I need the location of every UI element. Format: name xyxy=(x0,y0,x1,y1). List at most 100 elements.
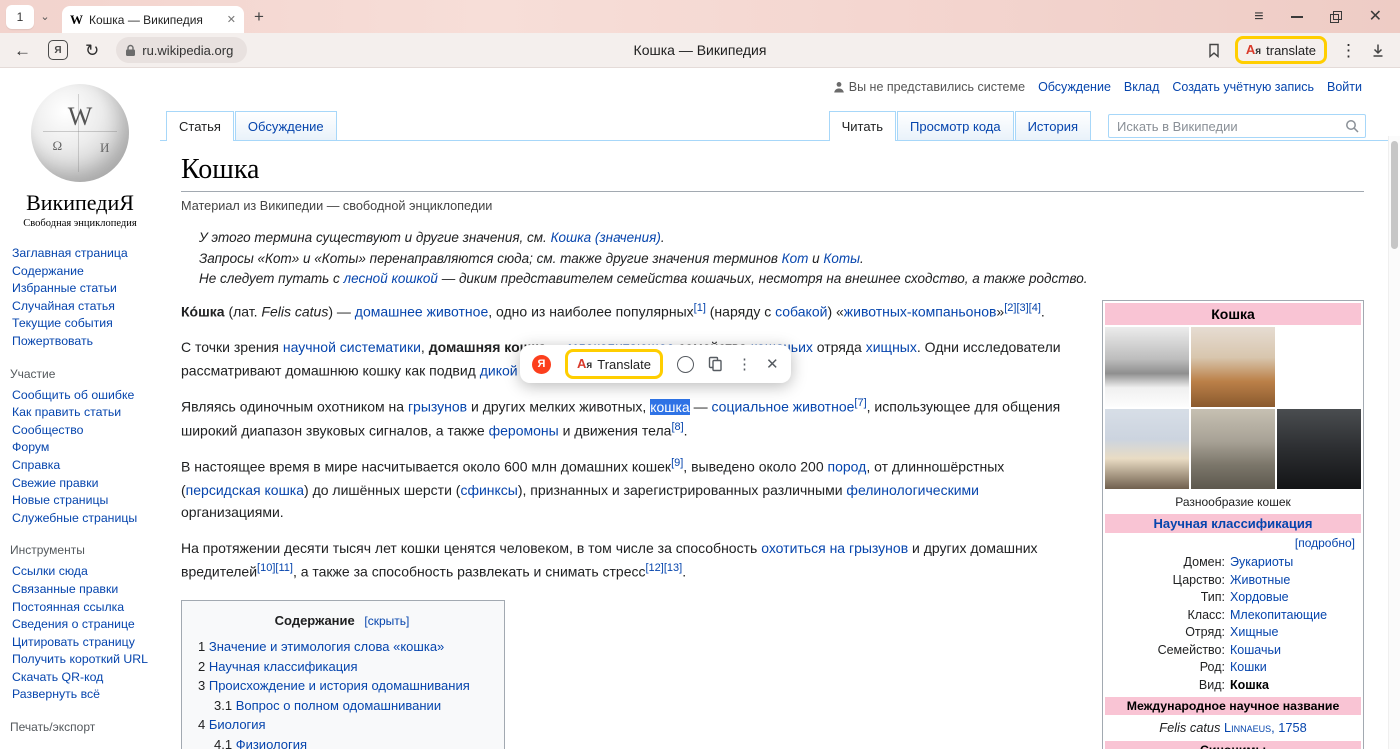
tab-list-chevron-icon[interactable]: ⌄ xyxy=(38,10,52,23)
popup-more-icon[interactable]: ⋮ xyxy=(737,357,752,372)
sidebar-item[interactable]: Новые страницы xyxy=(12,492,154,510)
personal-link[interactable]: Обсуждение xyxy=(1038,80,1111,94)
taxonomy-value-link[interactable]: Кошки xyxy=(1230,659,1267,677)
popup-translate-button[interactable]: Aя Translate xyxy=(565,349,663,379)
page-scrollbar[interactable] xyxy=(1388,136,1400,749)
classification-header-link[interactable]: Научная классификация xyxy=(1154,516,1313,531)
cat-photo[interactable] xyxy=(1105,327,1189,407)
inline-link[interactable]: Коты xyxy=(823,251,860,266)
cat-photo[interactable] xyxy=(1277,409,1361,489)
reference-link[interactable]: [10][11] xyxy=(257,562,293,574)
taxonomy-value-link[interactable]: Кошка xyxy=(1230,677,1269,695)
personal-link[interactable]: Создать учётную запись xyxy=(1172,80,1314,94)
sidebar-item[interactable]: Справка xyxy=(12,457,154,475)
sidebar-item[interactable]: Служебные страницы xyxy=(12,510,154,528)
restore-window-icon[interactable] xyxy=(1330,11,1342,23)
sidebar-item[interactable]: Избранные статьи xyxy=(12,280,154,298)
toolbar-more-icon[interactable]: ⋮ xyxy=(1340,42,1357,59)
inline-link[interactable]: хищных xyxy=(866,339,917,355)
taxonomy-value-link[interactable]: Хищные xyxy=(1230,624,1278,642)
view-tab[interactable]: Просмотр кода xyxy=(897,111,1014,140)
reference-link[interactable]: [7] xyxy=(854,397,866,409)
yandex-dashboard-icon[interactable]: Я xyxy=(48,40,68,60)
browser-menu-icon[interactable]: ≡ xyxy=(1254,9,1263,25)
reference-link[interactable]: [8] xyxy=(671,421,683,433)
cat-photo[interactable] xyxy=(1191,409,1275,489)
details-link[interactable]: [подробно] xyxy=(1295,536,1355,550)
yandex-logo-icon[interactable]: Я xyxy=(532,355,551,374)
close-window-icon[interactable]: ✕ xyxy=(1369,9,1382,25)
sidebar-item[interactable]: Свежие правки xyxy=(12,475,154,493)
wikipedia-logo[interactable]: W Ω И ВикипедиЯ Свободная энциклопедия xyxy=(0,84,160,229)
sidebar-item[interactable]: Сообщество xyxy=(12,422,154,440)
popup-close-icon[interactable]: ✕ xyxy=(766,357,779,372)
sidebar-item[interactable]: Заглавная страница xyxy=(12,245,154,263)
page-tab[interactable]: Статья xyxy=(166,111,234,140)
toc-item[interactable]: 3.1 Вопрос о полном одомашнивании xyxy=(214,696,486,716)
reference-link[interactable]: [9] xyxy=(671,457,683,469)
tab-close-icon[interactable]: ✕ xyxy=(227,13,236,26)
sidebar-item[interactable]: Постоянная ссылка xyxy=(12,599,154,617)
sidebar-item[interactable]: Ссылки сюда xyxy=(12,563,154,581)
sidebar-item[interactable]: Форум xyxy=(12,439,154,457)
taxonomy-value-link[interactable]: Кошачьи xyxy=(1230,642,1281,660)
scrollbar-thumb[interactable] xyxy=(1391,141,1398,249)
cat-photo[interactable] xyxy=(1105,409,1189,489)
inline-link[interactable]: Кошка (значения) xyxy=(551,230,661,245)
bookmark-icon[interactable] xyxy=(1206,42,1222,59)
browser-tab[interactable]: W Кошка — Википедия ✕ xyxy=(62,6,244,33)
tab-counter-button[interactable]: 1 xyxy=(6,5,34,29)
reference-link[interactable]: [1] xyxy=(694,302,706,314)
taxonomy-value-link[interactable]: Млекопитающие xyxy=(1230,607,1327,625)
minimize-window-icon[interactable] xyxy=(1291,16,1303,18)
sidebar-item[interactable]: Содержание xyxy=(12,263,154,281)
cat-photo[interactable] xyxy=(1277,327,1361,407)
sidebar-item[interactable]: Сообщить об ошибке xyxy=(12,387,154,405)
inline-link[interactable]: персидская кошка xyxy=(186,482,304,498)
inline-link[interactable]: собакой xyxy=(775,303,827,319)
inline-link[interactable]: домашнее животное xyxy=(355,303,488,319)
reference-link[interactable]: [2][3][4] xyxy=(1004,302,1041,314)
personal-link[interactable]: Войти xyxy=(1327,80,1362,94)
toolbar-translate-button[interactable]: Aя translate xyxy=(1235,36,1327,64)
sidebar-item[interactable]: Как править статьи xyxy=(12,404,154,422)
search-input[interactable] xyxy=(1115,118,1341,135)
inline-link[interactable]: Linnaeus, 1758 xyxy=(1224,720,1307,735)
address-bar[interactable]: ru.wikipedia.org xyxy=(116,37,247,63)
circle-icon[interactable] xyxy=(677,356,694,373)
inline-link[interactable]: лесной кошкой xyxy=(344,271,438,286)
inline-link[interactable]: сфинксы xyxy=(460,482,517,498)
sidebar-item[interactable]: Случайная статья xyxy=(12,298,154,316)
taxonomy-value-link[interactable]: Животные xyxy=(1230,572,1290,590)
toc-hide-link[interactable]: [скрыть] xyxy=(364,614,409,628)
toc-item[interactable]: 4.1 Физиология xyxy=(214,735,486,749)
view-tab[interactable]: Читать xyxy=(829,111,896,140)
sidebar-item[interactable]: Сведения о странице xyxy=(12,616,154,634)
inline-link[interactable]: грызунов xyxy=(408,399,467,415)
download-icon[interactable] xyxy=(1370,42,1386,59)
sidebar-item[interactable]: Цитировать страницу xyxy=(12,634,154,652)
inline-link[interactable]: социальное животное xyxy=(712,399,855,415)
back-icon[interactable]: ← xyxy=(14,42,31,59)
toc-item[interactable]: 4 Биология xyxy=(198,715,486,735)
cat-photo[interactable] xyxy=(1191,327,1275,407)
sidebar-item[interactable]: Связанные правки xyxy=(12,581,154,599)
toc-item[interactable]: 3 Происхождение и история одомашнивания xyxy=(198,676,486,696)
inline-link[interactable]: охотиться на грызунов xyxy=(761,540,908,556)
reload-icon[interactable]: ↻ xyxy=(85,42,99,59)
inline-link[interactable]: научной систематики xyxy=(283,339,421,355)
inline-link[interactable]: животных-компаньонов xyxy=(844,303,997,319)
sidebar-item[interactable]: Развернуть всё xyxy=(12,686,154,704)
search-icon[interactable] xyxy=(1345,119,1359,133)
taxonomy-value-link[interactable]: Эукариоты xyxy=(1230,554,1293,572)
toc-item[interactable]: 2 Научная классификация xyxy=(198,657,486,677)
inline-link[interactable]: пород xyxy=(828,459,867,475)
sidebar-item[interactable]: Текущие события xyxy=(12,315,154,333)
sidebar-item[interactable]: Скачать QR-код xyxy=(12,669,154,687)
view-tab[interactable]: История xyxy=(1015,111,1091,140)
copy-icon[interactable] xyxy=(708,356,723,372)
sidebar-item[interactable]: Получить короткий URL xyxy=(12,651,154,669)
sidebar-item[interactable]: Пожертвовать xyxy=(12,333,154,351)
reference-link[interactable]: [12][13] xyxy=(646,562,683,574)
inline-link[interactable]: фелинологическими xyxy=(846,482,979,498)
